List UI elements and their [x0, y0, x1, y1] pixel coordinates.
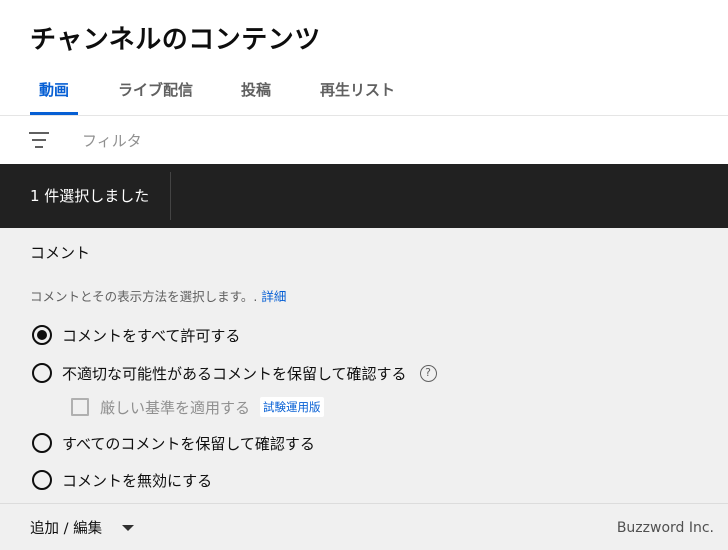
- radio-label: 不適切な可能性があるコメントを保留して確認する: [62, 364, 407, 383]
- radio-hold-all[interactable]: すべてのコメントを保留して確認する: [32, 432, 315, 454]
- add-edit-dropdown[interactable]: 追加 / 編集: [30, 517, 135, 538]
- details-link[interactable]: 詳細: [261, 289, 286, 304]
- radio-button-checked[interactable]: [32, 325, 52, 345]
- radio-button[interactable]: [32, 470, 52, 490]
- selection-count: 1 件選択しました: [30, 187, 150, 205]
- tab-bar: 動画 ライブ配信 投稿 再生リスト: [0, 72, 728, 116]
- radio-allow-all[interactable]: コメントをすべて許可する: [32, 324, 240, 346]
- radio-button[interactable]: [32, 363, 52, 383]
- filter-icon[interactable]: [29, 131, 49, 149]
- experimental-badge: 試験運用版: [260, 397, 324, 417]
- checkbox-label: 厳しい基準を適用する: [100, 398, 251, 417]
- page-title: チャンネルのコンテンツ: [30, 25, 321, 55]
- filter-bar: フィルタ: [0, 116, 728, 164]
- radio-button[interactable]: [32, 433, 52, 453]
- tab-videos[interactable]: 動画: [30, 72, 79, 115]
- comments-description: コメントとその表示方法を選択します。. 詳細: [30, 289, 287, 304]
- dropdown-label: 追加 / 編集: [30, 521, 103, 537]
- tab-playlists[interactable]: 再生リスト: [311, 72, 404, 115]
- radio-hold-inappropriate[interactable]: 不適切な可能性があるコメントを保留して確認する ?: [32, 362, 437, 384]
- selection-bar: 1 件選択しました: [0, 164, 728, 228]
- radio-label: コメントを無効にする: [62, 471, 213, 490]
- tab-posts[interactable]: 投稿: [232, 72, 280, 115]
- comments-section-title: コメント: [30, 244, 91, 262]
- comments-panel: コメント コメントとその表示方法を選択します。. 詳細 コメントをすべて許可する…: [0, 228, 728, 550]
- filter-input[interactable]: フィルタ: [82, 130, 142, 151]
- chevron-down-icon: [122, 524, 135, 531]
- radio-label: すべてのコメントを保留して確認する: [62, 434, 315, 453]
- strict-filter-option[interactable]: 厳しい基準を適用する 試験運用版: [71, 396, 324, 418]
- divider: [170, 172, 171, 220]
- checkbox[interactable]: [71, 398, 89, 416]
- radio-label: コメントをすべて許可する: [62, 326, 241, 345]
- footer: 追加 / 編集 Buzzword Inc.: [0, 503, 728, 550]
- tab-live[interactable]: ライブ配信: [109, 72, 202, 115]
- help-icon[interactable]: ?: [419, 364, 437, 382]
- radio-disable-comments[interactable]: コメントを無効にする: [32, 469, 212, 491]
- watermark: Buzzword Inc.: [616, 520, 714, 536]
